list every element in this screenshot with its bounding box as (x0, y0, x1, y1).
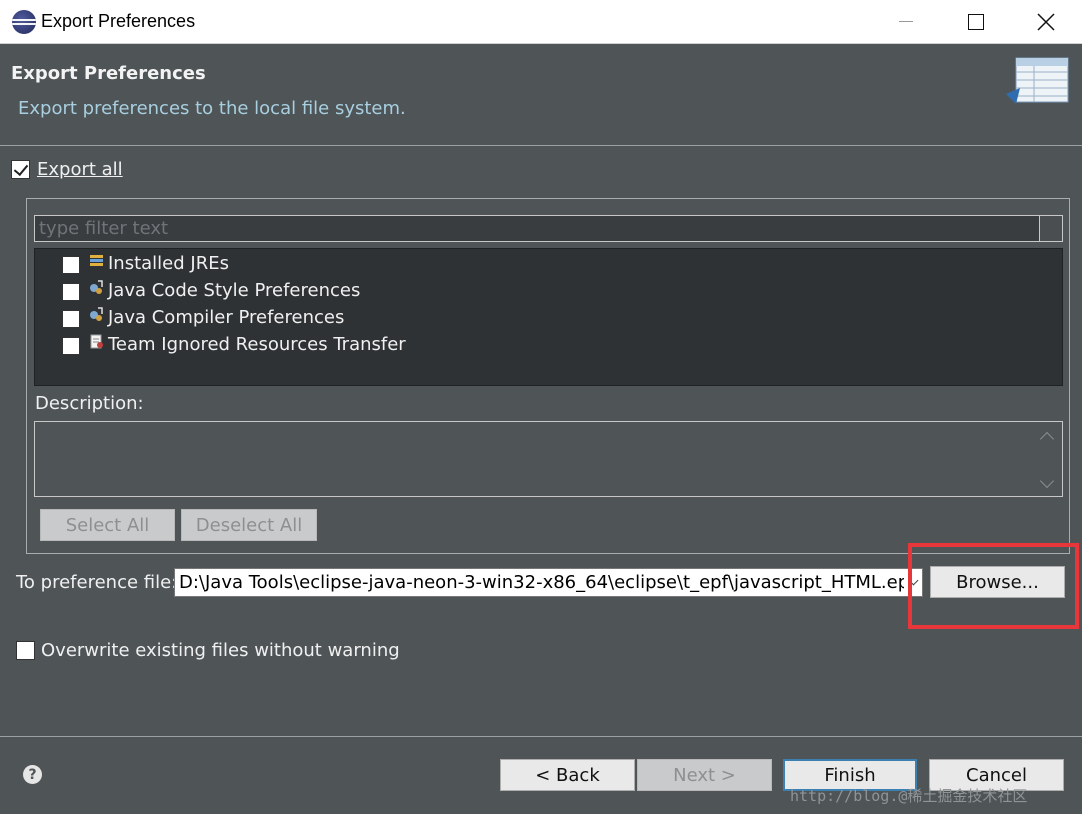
export-all-label[interactable]: Export all (37, 159, 123, 180)
page-subtitle: Export preferences to the local file sys… (18, 98, 406, 119)
select-all-button[interactable]: Select All (40, 509, 175, 541)
eclipse-icon (12, 10, 36, 34)
tree-item[interactable]: Installed JREs (35, 251, 1062, 277)
tree-item-checkbox[interactable] (62, 310, 80, 328)
cancel-label: Cancel (966, 764, 1027, 786)
overwrite-checkbox[interactable] (16, 641, 35, 660)
description-box (34, 421, 1063, 497)
page-title: Export Preferences (11, 63, 206, 84)
tree-item-label: Java Compiler Preferences (108, 307, 345, 328)
back-label: < Back (535, 764, 600, 786)
window-title: Export Preferences (41, 11, 196, 31)
minimize-button[interactable] (871, 0, 941, 44)
minimize-icon (899, 20, 913, 22)
scroll-down-icon[interactable] (1039, 473, 1055, 489)
description-scrollbar[interactable] (1034, 422, 1062, 496)
tree-item-label: Java Code Style Preferences (108, 280, 361, 301)
title-bar: Export Preferences (0, 0, 1082, 44)
select-all-label: Select All (65, 514, 150, 536)
browse-highlight-box (908, 543, 1079, 629)
maximize-icon (968, 14, 984, 30)
deselect-all-label: Deselect All (195, 514, 303, 536)
tree-item[interactable]: Java Compiler Preferences (35, 305, 1062, 331)
close-icon (1037, 13, 1055, 31)
finish-label: Finish (824, 764, 876, 786)
wizard-header: Export Preferences Export preferences to… (0, 44, 1082, 146)
description-label: Description: (35, 393, 144, 414)
export-wizard-icon (1006, 57, 1069, 104)
tree-item-checkbox[interactable] (62, 256, 80, 274)
tree-item[interactable]: Java Code Style Preferences (35, 278, 1062, 304)
filter-placeholder: type filter text (39, 218, 169, 239)
overwrite-label[interactable]: Overwrite existing files without warning (41, 640, 400, 661)
watermark-text: http://blog.@稀土掘金技术社区 (790, 787, 1028, 805)
java-prefs-icon (90, 280, 103, 294)
deselect-all-button[interactable]: Deselect All (181, 509, 317, 541)
filter-input[interactable]: type filter text (34, 215, 1063, 242)
jre-icon (90, 255, 103, 266)
maximize-button[interactable] (941, 0, 1011, 44)
scroll-up-icon[interactable] (1039, 431, 1055, 447)
next-button[interactable]: Next > (637, 759, 772, 791)
export-all-checkbox[interactable] (11, 160, 30, 179)
help-icon[interactable]: ? (23, 765, 42, 784)
back-button[interactable]: < Back (500, 759, 635, 791)
team-icon (90, 334, 103, 349)
preference-file-value: D:\Java Tools\eclipse-java-neon-3-win32-… (179, 572, 916, 593)
tree-item-label: Installed JREs (108, 253, 229, 274)
tree-item-label: Team Ignored Resources Transfer (108, 334, 406, 355)
close-button[interactable] (1011, 0, 1081, 44)
java-prefs-icon (90, 307, 103, 321)
next-label: Next > (673, 764, 736, 786)
footer-divider (0, 736, 1082, 737)
preference-file-combo[interactable]: D:\Java Tools\eclipse-java-neon-3-win32-… (174, 568, 923, 597)
tree-item-checkbox[interactable] (62, 337, 80, 355)
tree-item-checkbox[interactable] (62, 283, 80, 301)
preferences-tree[interactable]: Installed JREs Java Code Style Preferenc… (34, 248, 1063, 386)
tree-item[interactable]: Team Ignored Resources Transfer (35, 332, 1062, 358)
preference-file-label: To preference file: (16, 572, 178, 593)
